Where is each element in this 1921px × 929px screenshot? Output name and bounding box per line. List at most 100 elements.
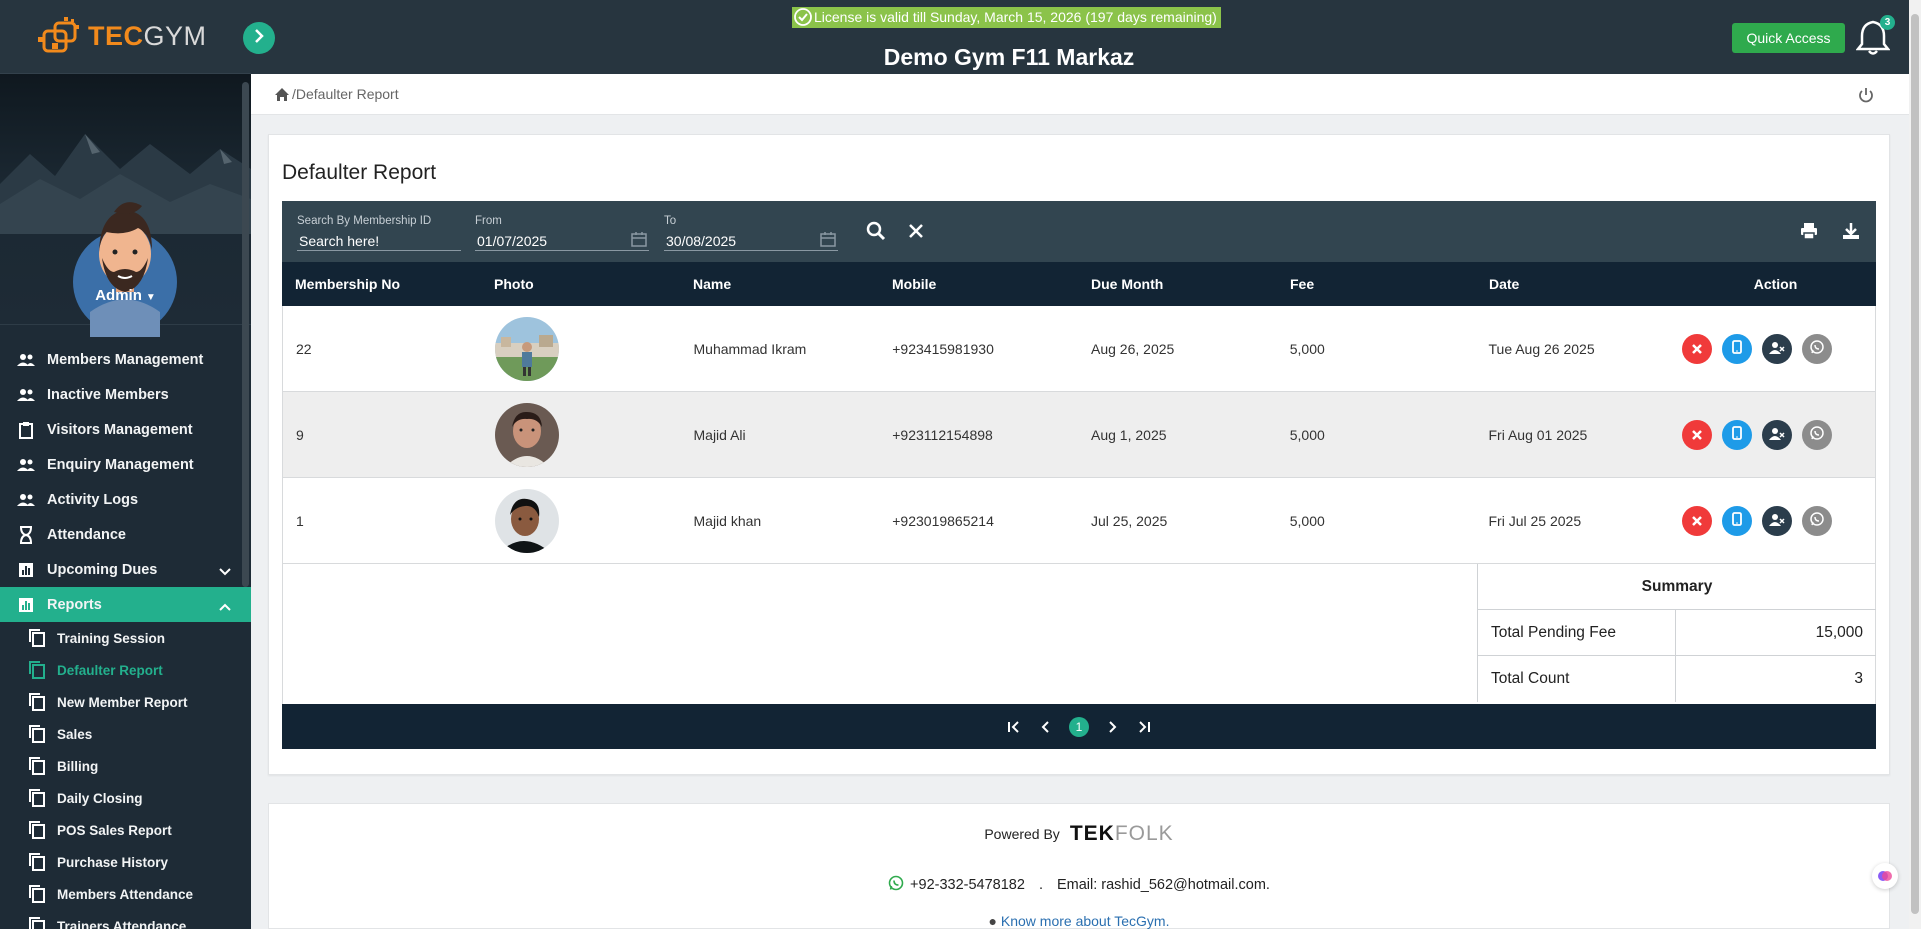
sidebar-subitem-daily-closing[interactable]: Daily Closing: [0, 782, 251, 814]
next-page-icon[interactable]: [1103, 718, 1121, 736]
member-photo[interactable]: [494, 402, 559, 467]
column-header: Due Month: [1091, 276, 1164, 292]
brain-icon[interactable]: [1872, 863, 1898, 889]
sidebar-subitem-purchase-history[interactable]: Purchase History: [0, 846, 251, 878]
first-page-icon[interactable]: [1005, 718, 1023, 736]
member-name: Muhammad Ikram: [693, 340, 807, 357]
member-photo[interactable]: [494, 316, 559, 381]
search-icon[interactable]: [866, 221, 886, 241]
photo-cell: [482, 316, 681, 381]
summary-value: 15,000: [1815, 624, 1863, 641]
delete-button[interactable]: [1682, 505, 1713, 536]
summary-area: Summary Total Pending Fee 15,000 Total C…: [282, 564, 1876, 704]
sidebar-subitem-members-attendance[interactable]: Members Attendance: [0, 878, 251, 910]
sidebar-item-activity-logs[interactable]: Activity Logs: [0, 482, 251, 517]
user-name: Admin: [95, 287, 142, 304]
breadcrumb: / Defaulter Report: [274, 86, 399, 102]
whatsapp-button[interactable]: [1802, 505, 1833, 536]
globe-icon: ●: [988, 913, 997, 929]
power-icon[interactable]: [1857, 86, 1875, 104]
people-icon: [15, 387, 37, 403]
contact-email[interactable]: Email: rashid_562@hotmail.com.: [1057, 877, 1270, 893]
sidebar-subitem-trainers-attendance[interactable]: Trainers Attendance: [0, 910, 251, 929]
chart-icon: [15, 562, 37, 578]
know-more-text: Know more about TecGym.: [1000, 913, 1170, 929]
delete-button[interactable]: [1682, 419, 1713, 450]
column-header: Name: [693, 276, 732, 292]
whatsapp-button[interactable]: [1802, 419, 1833, 450]
clear-icon[interactable]: [906, 221, 926, 241]
contact-phone[interactable]: +92-332-5478182: [910, 877, 1025, 893]
member-mobile: +923019865214: [892, 512, 994, 529]
sidebar-item-visitors-management[interactable]: Visitors Management: [0, 412, 251, 447]
from-date-input[interactable]: 01/07/2025: [477, 233, 547, 249]
sms-button[interactable]: [1722, 505, 1753, 536]
sidebar-subitem-label: Trainers Attendance: [57, 918, 187, 929]
sidebar-subitem-billing[interactable]: Billing: [0, 750, 251, 782]
membership-search-field[interactable]: Search By Membership ID Search here!: [297, 201, 461, 262]
member-photo[interactable]: [494, 488, 559, 553]
close-icon: [1692, 341, 1703, 357]
membership-search-input[interactable]: Search here!: [299, 233, 379, 249]
delete-button[interactable]: [1682, 333, 1713, 364]
table-header: Membership No Photo Name Mobile Due Mont…: [282, 262, 1876, 306]
date: Tue Aug 26 2025: [1488, 340, 1595, 357]
sidebar-subitem-label: Billing: [57, 758, 99, 774]
sms-button[interactable]: [1722, 333, 1753, 364]
page-number[interactable]: 1: [1069, 716, 1089, 737]
copy-icon: [28, 693, 46, 711]
download-icon[interactable]: [1841, 221, 1861, 241]
sidebar-item-label: Inactive Members: [47, 386, 169, 403]
sidebar-item-label: Members Management: [47, 351, 204, 368]
column-header: Mobile: [892, 276, 937, 292]
sms-button[interactable]: [1722, 419, 1753, 450]
remove-member-button[interactable]: [1762, 419, 1793, 450]
summary-row: Total Count 3: [1478, 656, 1876, 702]
sidebar-subitem-pos-sales-report[interactable]: POS Sales Report: [0, 814, 251, 846]
scrollbar-thumb[interactable]: [1911, 14, 1919, 914]
sidebar-item-attendance[interactable]: Attendance: [0, 517, 251, 552]
sidebar-subitem-defaulter-report[interactable]: Defaulter Report: [0, 654, 251, 686]
calendar-icon[interactable]: [820, 231, 836, 247]
sidebar: TECGYM Admin ▼ Members Management Inacti…: [0, 0, 251, 929]
sidebar-subitem-sales[interactable]: Sales: [0, 718, 251, 750]
sidebar-item-members-management[interactable]: Members Management: [0, 342, 251, 377]
from-date-field[interactable]: From 01/07/2025: [475, 201, 649, 262]
to-date-input[interactable]: 30/08/2025: [666, 233, 736, 249]
print-icon[interactable]: [1799, 221, 1819, 241]
powered-by: Powered By TEKFOLK: [269, 822, 1889, 846]
sidebar-item-label: Upcoming Dues: [47, 561, 158, 578]
copy-icon: [28, 661, 46, 679]
copy-icon: [28, 725, 46, 743]
copy-icon: [28, 629, 46, 647]
footer: Powered By TEKFOLK +92-332-5478182 . Ema…: [268, 803, 1890, 929]
remove-member-button[interactable]: [1762, 333, 1793, 364]
logo[interactable]: TECGYM: [0, 0, 251, 74]
sidebar-scrollbar[interactable]: [242, 82, 249, 587]
sidebar-item-reports[interactable]: Reports: [0, 587, 251, 622]
to-date-field[interactable]: To 30/08/2025: [664, 201, 838, 262]
summary-row: Total Pending Fee 15,000: [1478, 610, 1876, 656]
quick-access-button[interactable]: Quick Access: [1732, 23, 1845, 53]
sidebar-item-label: Enquiry Management: [47, 456, 194, 473]
home-icon[interactable]: [274, 87, 290, 102]
sidebar-item-upcoming-dues[interactable]: Upcoming Dues: [0, 552, 251, 587]
calendar-icon[interactable]: [631, 231, 647, 247]
page-scrollbar[interactable]: [1909, 0, 1921, 929]
last-page-icon[interactable]: [1135, 718, 1153, 736]
membership-no: 1: [296, 512, 304, 529]
sidebar-item-inactive-members[interactable]: Inactive Members: [0, 377, 251, 412]
chevron-down-icon: [219, 564, 231, 580]
due-month: Aug 1, 2025: [1091, 426, 1167, 443]
sidebar-subitem-new-member-report[interactable]: New Member Report: [0, 686, 251, 718]
member-mobile: +923112154898: [892, 426, 993, 443]
sidebar-subitem-training-session[interactable]: Training Session: [0, 622, 251, 654]
remove-member-button[interactable]: [1762, 505, 1793, 536]
whatsapp-button[interactable]: [1802, 333, 1833, 364]
sidebar-item-enquiry-management[interactable]: Enquiry Management: [0, 447, 251, 482]
previous-page-icon[interactable]: [1037, 718, 1055, 736]
tekfolk-logo[interactable]: TEKFOLK: [1070, 822, 1174, 846]
know-more-link[interactable]: ● Know more about TecGym.: [269, 913, 1889, 929]
avatar[interactable]: [70, 192, 180, 337]
user-menu[interactable]: Admin ▼: [0, 287, 251, 304]
